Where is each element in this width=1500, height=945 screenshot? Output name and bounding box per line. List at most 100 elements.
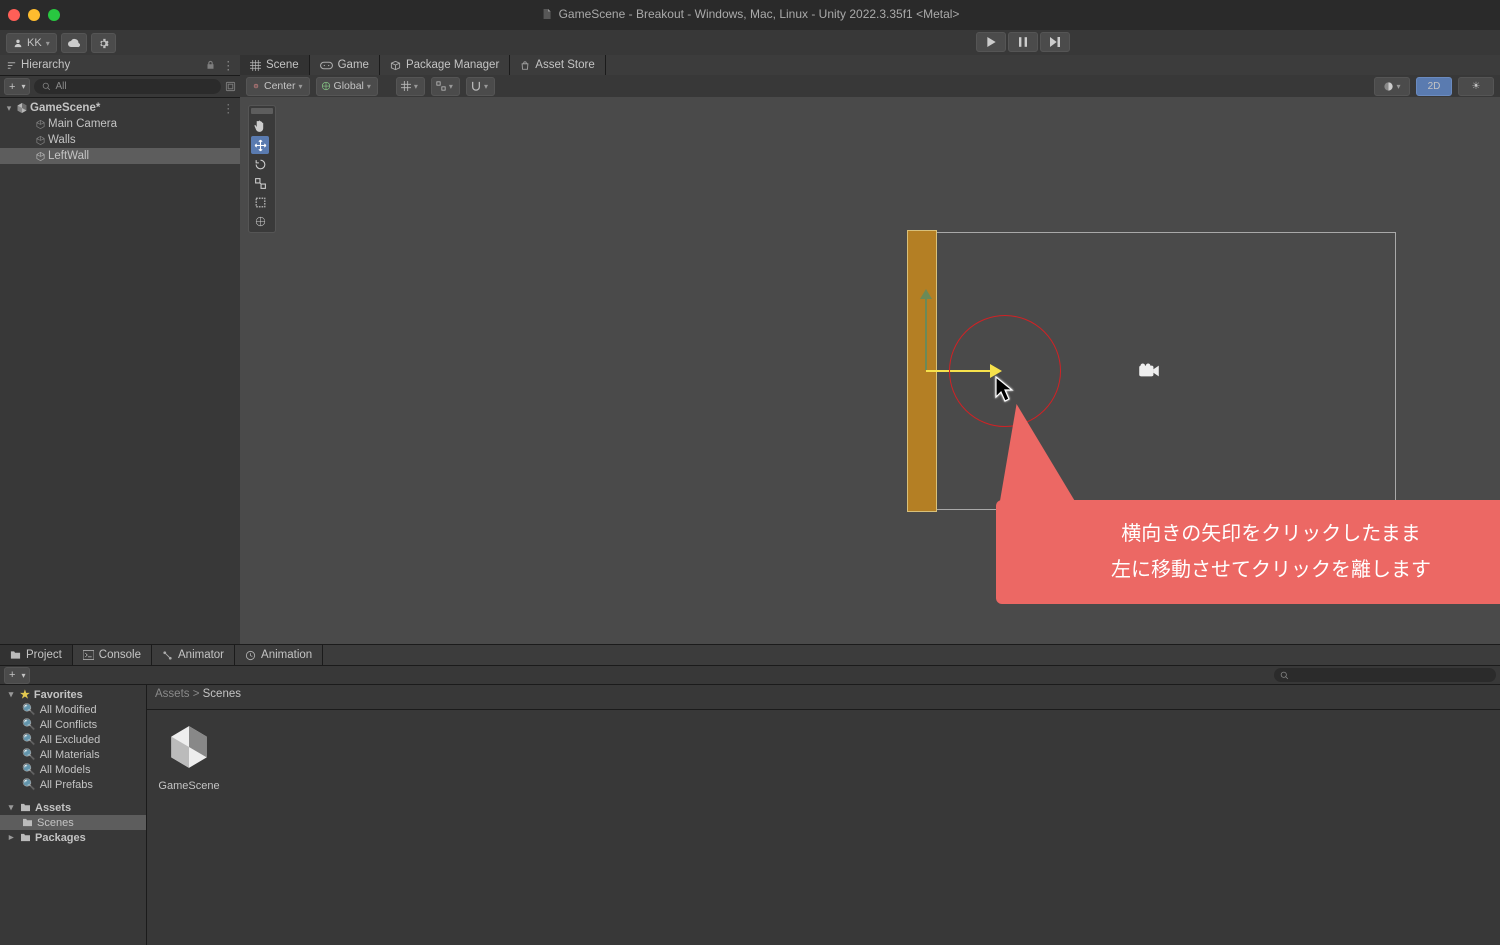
snap-increment-dropdown[interactable]: ▾ [431, 77, 460, 96]
unity-file-icon [541, 8, 553, 20]
project-panel: Project Console Animator Animation +▾ ▾★… [0, 644, 1500, 945]
gizmo-y-arrowhead [920, 289, 932, 299]
pivot-label: Center [264, 80, 296, 92]
scale-tool[interactable] [251, 174, 269, 192]
favorite-all-conflicts[interactable]: 🔍All Conflicts [0, 717, 146, 732]
project-breadcrumb[interactable]: Assets > Scenes [147, 685, 1500, 710]
2d-mode-toggle[interactable]: 2D [1416, 77, 1452, 96]
hierarchy-scene-row[interactable]: ▾ GameScene* ⋮ [0, 100, 240, 116]
assets-folder-scenes[interactable]: Scenes [0, 815, 146, 830]
tab-console[interactable]: Console [73, 645, 152, 665]
lock-icon[interactable] [206, 60, 215, 70]
window-titlebar: GameScene - Breakout - Windows, Mac, Lin… [0, 0, 1500, 31]
favorite-all-materials[interactable]: 🔍All Materials [0, 747, 146, 762]
favorite-label: All Materials [40, 749, 100, 761]
rotate-icon [254, 158, 267, 171]
folder-icon [22, 818, 33, 827]
person-icon [13, 38, 23, 48]
hierarchy-scene-name: GameScene* [30, 102, 100, 114]
favorite-label: All Conflicts [40, 719, 97, 731]
favorite-label: All Prefabs [40, 779, 93, 791]
callout-line-2: 左に移動させてクリックを離します [1016, 552, 1500, 588]
hierarchy-item-leftwall[interactable]: LeftWall [0, 148, 240, 164]
rect-tool[interactable] [251, 193, 269, 211]
expand-toggle[interactable]: ▾ [4, 103, 14, 114]
tab-game[interactable]: Game [310, 55, 380, 75]
pause-button[interactable] [1008, 32, 1038, 52]
hierarchy-title: Hierarchy [21, 59, 70, 71]
cloud-icon [68, 38, 80, 48]
pause-icon [1019, 37, 1027, 47]
toolstrip-grip[interactable] [251, 108, 273, 114]
pivot-mode-dropdown[interactable]: Center▾ [246, 77, 310, 96]
hand-icon [254, 120, 267, 133]
draw-mode-dropdown[interactable]: ▾ [1374, 77, 1410, 96]
window-title-text: GameScene - Breakout - Windows, Mac, Lin… [559, 7, 960, 21]
settings-button[interactable] [91, 33, 116, 53]
tab-label: Console [99, 649, 141, 661]
play-button[interactable] [976, 32, 1006, 52]
gizmo-y-axis[interactable] [925, 297, 927, 370]
scene-viewport[interactable]: 横向きの矢印をクリックしたまま 左に移動させてクリックを離します [240, 97, 1500, 645]
cloud-button[interactable] [61, 33, 87, 53]
search-icon: 🔍 [22, 733, 36, 746]
create-dropdown[interactable]: +▾ [4, 78, 30, 95]
pivot-icon [251, 81, 261, 91]
tab-scene[interactable]: Scene [240, 55, 310, 75]
space-mode-dropdown[interactable]: Global▾ [316, 77, 378, 96]
favorites-header-row[interactable]: ▾★Favorites [0, 687, 146, 702]
tab-animator[interactable]: Animator [152, 645, 235, 665]
tab-label: Animation [261, 649, 312, 661]
star-icon: ★ [20, 688, 30, 701]
assets-header: Assets [35, 802, 71, 814]
assets-header-row[interactable]: ▾Assets [0, 800, 146, 815]
gizmo-x-axis[interactable] [926, 370, 992, 372]
window-minimize-button[interactable] [28, 9, 40, 21]
camera-gizmo-icon[interactable] [1138, 363, 1160, 382]
grid-snap-dropdown[interactable]: ▾ [396, 77, 425, 96]
animator-icon [162, 650, 173, 661]
tab-animation[interactable]: Animation [235, 645, 323, 665]
hierarchy-item-main-camera[interactable]: Main Camera [0, 116, 240, 132]
account-label: KK [27, 37, 42, 49]
hierarchy-search-input[interactable]: All [34, 79, 221, 94]
scene-picker-icon[interactable] [225, 81, 236, 92]
transform-tool[interactable] [251, 212, 269, 230]
folder-icon [20, 803, 31, 812]
hierarchy-item-label: LeftWall [48, 150, 89, 162]
hand-tool[interactable] [251, 117, 269, 135]
light-icon: ☀ [1472, 81, 1481, 92]
tab-asset-store[interactable]: Asset Store [510, 55, 605, 75]
scene-menu-icon[interactable]: ⋮ [223, 101, 235, 115]
favorite-all-prefabs[interactable]: 🔍All Prefabs [0, 777, 146, 792]
hierarchy-search-placeholder: All [55, 81, 66, 92]
tab-package-manager[interactable]: Package Manager [380, 55, 510, 75]
callout-line-1: 横向きの矢印をクリックしたまま [1016, 516, 1500, 552]
project-search-input[interactable] [1274, 668, 1496, 682]
snap-settings-dropdown[interactable]: ▾ [466, 77, 495, 96]
scene-lighting-toggle[interactable]: ☀ [1458, 77, 1494, 96]
project-create-dropdown[interactable]: +▾ [4, 667, 30, 684]
hierarchy-item-label: Walls [48, 134, 76, 146]
window-maximize-button[interactable] [48, 9, 60, 21]
window-close-button[interactable] [8, 9, 20, 21]
account-dropdown[interactable]: KK ▾ [6, 33, 57, 53]
rotate-tool[interactable] [251, 155, 269, 173]
favorite-all-models[interactable]: 🔍All Models [0, 762, 146, 777]
favorite-all-excluded[interactable]: 🔍All Excluded [0, 732, 146, 747]
hierarchy-tab[interactable]: Hierarchy ⋮ [0, 55, 240, 76]
step-button[interactable] [1040, 32, 1070, 52]
tab-project[interactable]: Project [0, 645, 73, 665]
packages-header-row[interactable]: ▾Packages [0, 830, 146, 845]
breadcrumb-root[interactable]: Assets [155, 688, 190, 700]
move-tool[interactable] [251, 136, 269, 154]
step-icon [1050, 37, 1060, 47]
window-traffic-lights [8, 9, 60, 21]
hierarchy-item-walls[interactable]: Walls [0, 132, 240, 148]
favorite-all-modified[interactable]: 🔍All Modified [0, 702, 146, 717]
panel-menu-icon[interactable]: ⋮ [223, 58, 235, 72]
asset-thumb-gamescene[interactable]: GameScene [157, 720, 221, 792]
transform-combo-icon [254, 215, 267, 228]
globe-icon [321, 81, 331, 91]
gameobject-icon [34, 134, 46, 146]
